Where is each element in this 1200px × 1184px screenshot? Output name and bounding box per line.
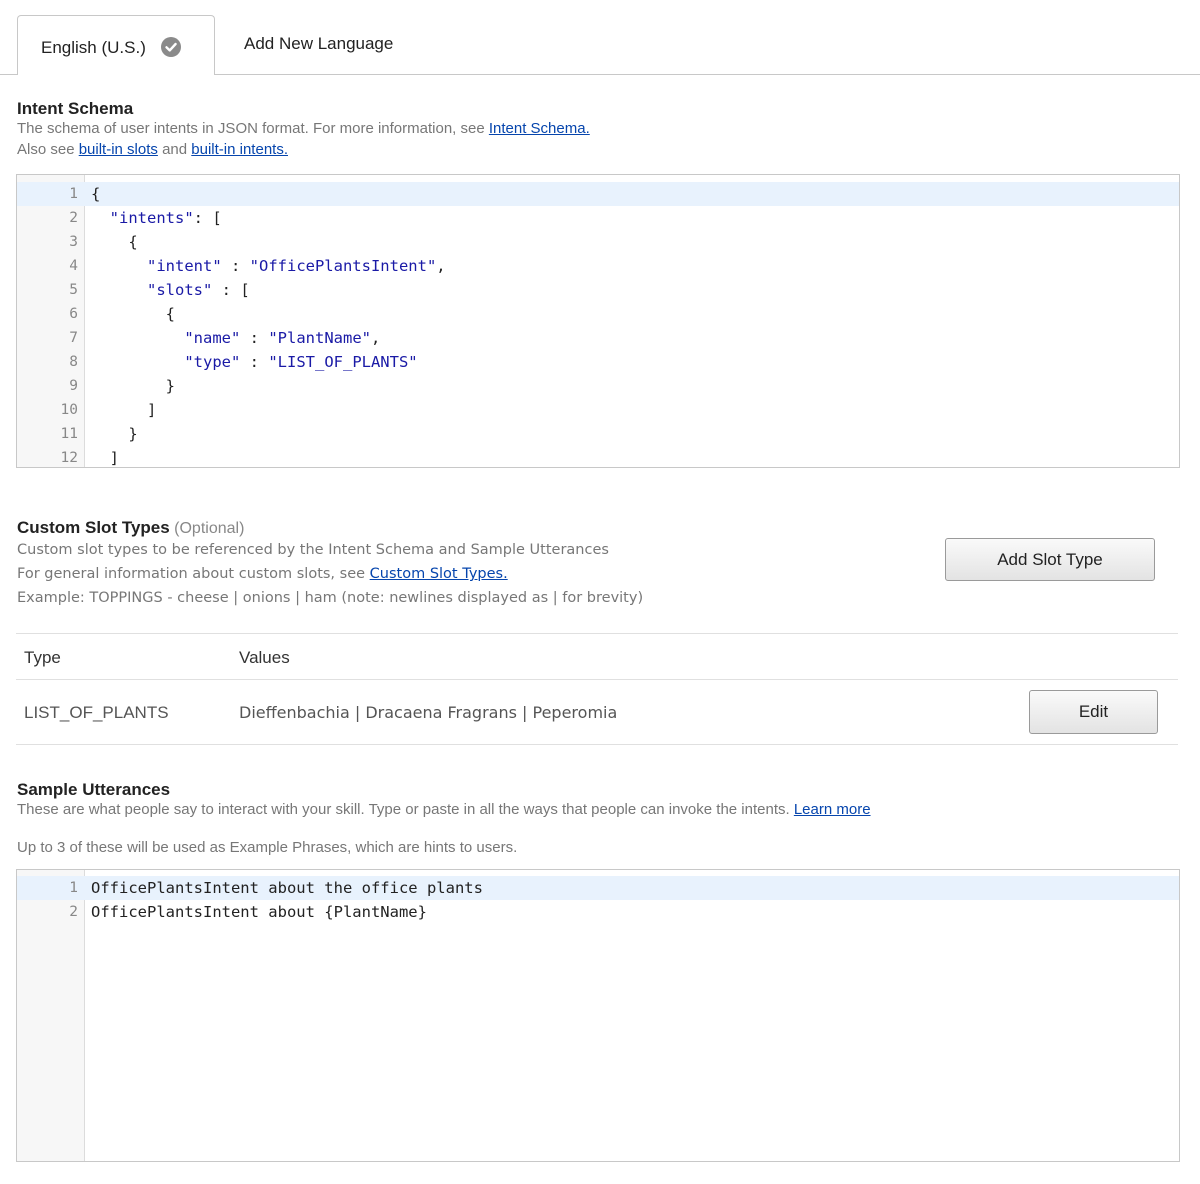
line-number: 7 bbox=[69, 330, 78, 346]
built-in-slots-link[interactable]: built-in slots bbox=[79, 141, 158, 158]
table-bottom-rule bbox=[16, 744, 1178, 745]
custom-slot-types-title: Custom Slot Types bbox=[17, 518, 170, 537]
custom-slot-example: Example: TOPPINGS - cheese | onions | ha… bbox=[17, 590, 644, 606]
line-number: 11 bbox=[60, 426, 78, 442]
tab-english-us-label: English (U.S.) bbox=[41, 38, 146, 57]
intent-schema-title: Intent Schema bbox=[17, 99, 134, 118]
line-number: 2 bbox=[69, 210, 78, 226]
sample-utterances-note: Up to 3 of these will be used as Example… bbox=[17, 839, 518, 856]
intent-schema-also-see: Also see built-in slots and built-in int… bbox=[17, 141, 288, 158]
code-line: 10 ] bbox=[17, 398, 1179, 422]
sample-utterances-title: Sample Utterances bbox=[17, 780, 171, 799]
line-number: 9 bbox=[69, 378, 78, 394]
utterance-line: 2 OfficePlantsIntent about {PlantName} bbox=[17, 900, 1179, 924]
line-number: 6 bbox=[69, 306, 78, 322]
code-text: { bbox=[91, 185, 101, 203]
code-text: "intent" : "OfficePlantsIntent", bbox=[147, 257, 446, 275]
line-number: 2 bbox=[69, 904, 78, 920]
code-line: 5 "slots" : [ bbox=[17, 278, 1179, 302]
line-number: 4 bbox=[69, 258, 78, 274]
optional-label: (Optional) bbox=[174, 520, 245, 537]
line-number: 3 bbox=[69, 234, 78, 250]
code-line: 8 "type" : "LIST_OF_PLANTS" bbox=[17, 350, 1179, 374]
line-number: 8 bbox=[69, 354, 78, 370]
code-line: 9 } bbox=[17, 374, 1179, 398]
utterance-text: OfficePlantsIntent about {PlantName} bbox=[91, 903, 427, 921]
line-number: 1 bbox=[69, 186, 78, 202]
custom-slot-desc-2: For general information about custom slo… bbox=[17, 566, 508, 582]
line-number: 5 bbox=[69, 282, 78, 298]
json-value: "LIST_OF_PLANTS" bbox=[268, 353, 418, 371]
custom-slot-types-heading: Custom Slot Types (Optional) bbox=[17, 518, 244, 538]
learn-more-link[interactable]: Learn more bbox=[794, 801, 871, 818]
table-header-rule bbox=[16, 679, 1178, 680]
code-text: { bbox=[128, 233, 138, 251]
code-text: } bbox=[128, 425, 138, 443]
intent-schema-description: The schema of user intents in JSON forma… bbox=[17, 120, 590, 137]
code-line: 3 { bbox=[17, 230, 1179, 254]
code-line: 4 "intent" : "OfficePlantsIntent", bbox=[17, 254, 1179, 278]
code-text: } bbox=[165, 377, 175, 395]
edit-slot-type-button[interactable]: Edit bbox=[1029, 690, 1158, 734]
json-key: "intents" bbox=[109, 209, 194, 227]
code-text: { bbox=[165, 305, 175, 323]
intent-schema-link[interactable]: Intent Schema. bbox=[489, 120, 590, 137]
check-circle-icon bbox=[161, 37, 181, 57]
line-number: 10 bbox=[60, 402, 78, 418]
line-number: 12 bbox=[60, 450, 78, 466]
code-line: 11 } bbox=[17, 422, 1179, 446]
built-in-intents-link[interactable]: built-in intents. bbox=[191, 141, 288, 158]
sample-utterances-description: These are what people say to interact wi… bbox=[17, 801, 871, 818]
json-value: "PlantName" bbox=[268, 329, 371, 347]
code-line: 6 { bbox=[17, 302, 1179, 326]
custom-slot-types-link[interactable]: Custom Slot Types. bbox=[370, 566, 508, 582]
code-text: ] bbox=[109, 449, 120, 467]
sample-utterances-editor[interactable]: 1 OfficePlantsIntent about the office pla… bbox=[16, 869, 1180, 1162]
slot-type-name: LIST_OF_PLANTS bbox=[24, 703, 169, 722]
line-number: 1 bbox=[69, 880, 78, 896]
column-header-values: Values bbox=[239, 648, 290, 667]
json-value: "OfficePlantsIntent" bbox=[249, 257, 437, 275]
json-key: "intent" bbox=[147, 257, 222, 275]
intent-schema-editor[interactable]: 1{2 "intents": [3 {4 "intent" : "OfficeP… bbox=[16, 174, 1180, 468]
utterance-text: OfficePlantsIntent about the office plan… bbox=[91, 879, 483, 897]
language-tabs: English (U.S.) Add New Language bbox=[0, 0, 1200, 76]
utterance-line: 1 OfficePlantsIntent about the office pla… bbox=[17, 876, 1179, 900]
code-line: 2 "intents": [ bbox=[17, 206, 1179, 230]
code-line: 7 "name" : "PlantName", bbox=[17, 326, 1179, 350]
code-text: ] bbox=[147, 401, 157, 419]
custom-slot-desc-1: Custom slot types to be referenced by th… bbox=[17, 542, 609, 558]
json-key: "name" bbox=[184, 329, 241, 347]
json-key: "type" bbox=[184, 353, 241, 371]
code-text: "intents": [ bbox=[109, 209, 222, 227]
slot-type-values: Dieffenbachia | Dracaena Fragrans | Pepe… bbox=[239, 703, 618, 722]
column-header-type: Type bbox=[24, 648, 61, 667]
add-slot-type-button[interactable]: Add Slot Type bbox=[945, 538, 1155, 581]
table-top-rule bbox=[16, 633, 1178, 634]
json-key: "slots" bbox=[147, 281, 213, 299]
code-line: 1{ bbox=[17, 182, 1179, 206]
code-line: 12 ] bbox=[17, 446, 1179, 467]
tab-english-us[interactable]: English (U.S.) bbox=[17, 15, 215, 75]
code-text: "slots" : [ bbox=[147, 281, 250, 299]
code-text: "type" : "LIST_OF_PLANTS" bbox=[184, 353, 418, 371]
tab-add-new-language[interactable]: Add New Language bbox=[244, 34, 393, 54]
code-text: "name" : "PlantName", bbox=[184, 329, 381, 347]
